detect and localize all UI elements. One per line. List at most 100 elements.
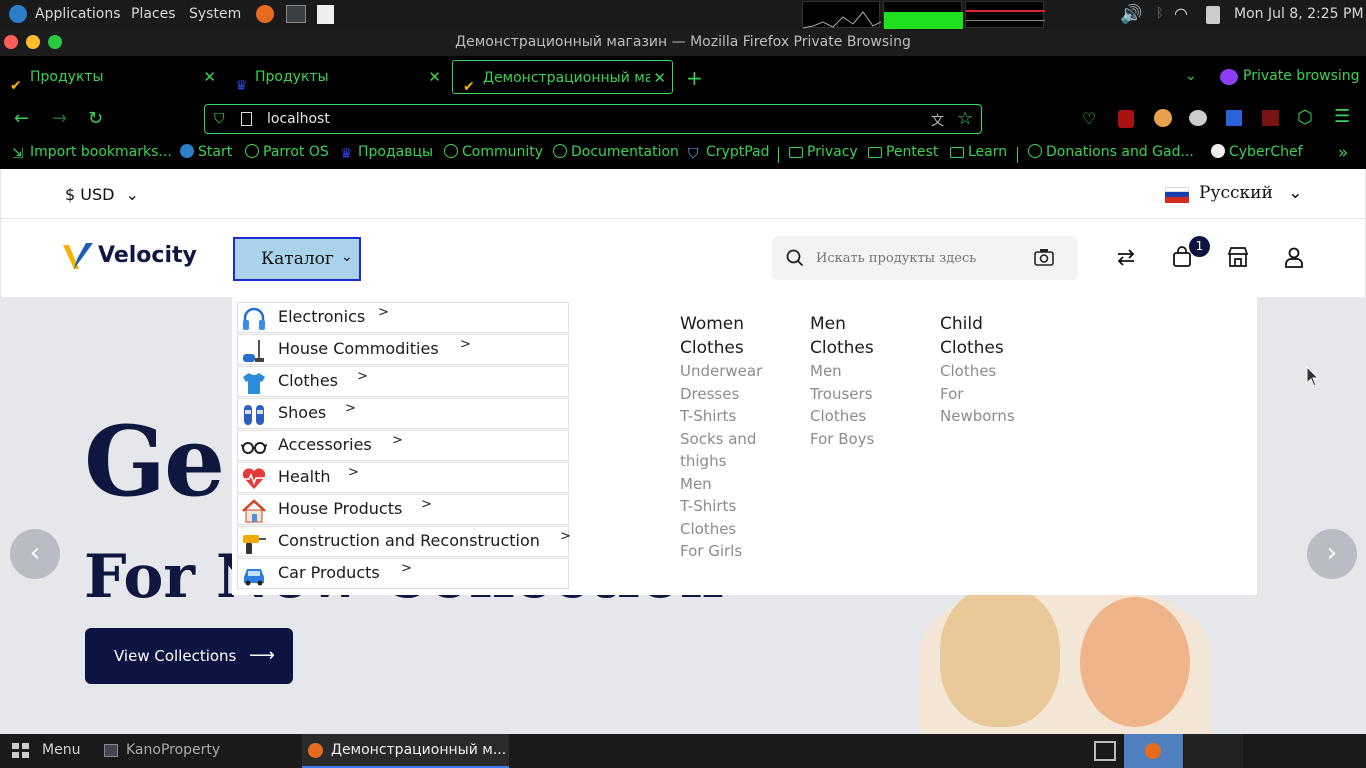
os-menu-places[interactable]: Places [131, 6, 176, 22]
bookmark-start[interactable]: Start [180, 144, 232, 160]
bookmark-import[interactable]: ⇲ Import bookmarks... [12, 144, 172, 162]
currency-selector[interactable]: $ USD ⌄ [65, 185, 139, 204]
close-icon[interactable]: ✕ [650, 61, 666, 93]
category-accessories[interactable]: Accessories > [237, 430, 569, 461]
translate-icon[interactable]: ⽂ [931, 110, 944, 129]
category-house-products[interactable]: House Products > [237, 494, 569, 525]
workspace-2[interactable] [1184, 734, 1243, 768]
submenu-item[interactable]: Trousers [810, 383, 873, 406]
window-maximize-icon[interactable] [48, 35, 62, 49]
tab-products-2[interactable]: ♛ Продукты ✕ [225, 60, 447, 94]
bookmark-folder-learn[interactable]: Learn [950, 144, 1007, 160]
tab-products-1[interactable]: ✔ Продукты ✕ [0, 60, 222, 94]
category-clothes[interactable]: Clothes > [237, 366, 569, 397]
language-selector[interactable]: Русский ⌄ [1199, 183, 1302, 203]
submenu-item[interactable]: For Girls [680, 540, 742, 563]
extensions-puzzle-icon[interactable]: ⬡ [1297, 107, 1313, 128]
velocity-logo-icon[interactable] [61, 241, 95, 271]
bookmark-folder-pentest[interactable]: Pentest [868, 144, 938, 160]
os-menu-applications[interactable]: Applications [35, 6, 121, 22]
grid-menu-icon[interactable] [12, 743, 30, 759]
category-shoes[interactable]: Shoes > [237, 398, 569, 429]
store-logo-text[interactable]: Velocity [98, 243, 197, 268]
ublock-origin-icon[interactable] [1118, 110, 1134, 128]
submenu-item[interactable]: For Boys [810, 428, 874, 451]
submenu-item[interactable]: Dresses [680, 383, 739, 406]
taskbar-menu-button[interactable]: Menu [42, 742, 80, 758]
catalog-button[interactable]: Каталог ⌄ [233, 237, 361, 281]
submenu-item[interactable]: Clothes [940, 360, 996, 383]
bookmark-community[interactable]: Community [444, 144, 543, 160]
bookmark-documentation[interactable]: Documentation [553, 144, 679, 160]
submenu-heading[interactable]: Men [810, 312, 846, 336]
submenu-item[interactable]: For [940, 383, 963, 406]
window-close-icon[interactable] [4, 35, 18, 49]
search-icon[interactable] [786, 249, 804, 267]
hamburger-menu-icon[interactable]: ☰ [1334, 106, 1350, 127]
submenu-heading[interactable]: Clothes [810, 336, 874, 360]
pocket-icon[interactable]: ♡ [1082, 109, 1096, 128]
bookmark-folder-privacy[interactable]: Privacy [789, 144, 858, 160]
url-text[interactable]: localhost [267, 111, 330, 127]
os-clock[interactable]: Mon Jul 8, 2:25 PM [1234, 6, 1364, 22]
category-electronics[interactable]: Electronics > [237, 302, 569, 333]
category-house-commodities[interactable]: House Commodities > [237, 334, 569, 365]
submenu-item[interactable]: thighs [680, 450, 726, 473]
bookmarks-overflow-chevron-icon[interactable]: » [1338, 143, 1348, 163]
bookmark-parrot-os[interactable]: Parrot OS [245, 144, 329, 160]
volume-icon[interactable]: 🔊 [1120, 4, 1142, 25]
window-minimize-icon[interactable] [26, 35, 40, 49]
store-icon[interactable] [1227, 246, 1249, 268]
slider-next-button[interactable]: › [1307, 529, 1357, 579]
bluetooth-icon[interactable]: ᛒ [1156, 6, 1164, 21]
parrot-logo-icon[interactable] [9, 5, 27, 23]
privacy-badger-icon[interactable] [1189, 110, 1207, 126]
slider-prev-button[interactable]: ‹ [10, 529, 60, 579]
close-icon[interactable]: ✕ [203, 60, 216, 94]
view-collections-button[interactable]: View Collections ⟶ [85, 628, 293, 684]
compare-arrows-icon[interactable] [1115, 246, 1137, 268]
bookmark-star-icon[interactable]: ☆ [957, 108, 973, 129]
submenu-item[interactable]: Newborns [940, 405, 1015, 428]
user-account-icon[interactable] [1283, 246, 1305, 268]
search-input[interactable] [816, 248, 1026, 268]
tab-demo-store[interactable]: ✔ Демонстрационный маг ✕ [452, 60, 673, 94]
submenu-item[interactable]: Clothes [680, 518, 736, 541]
submenu-heading[interactable]: Clothes [680, 336, 744, 360]
submenu-item[interactable]: Socks and [680, 428, 756, 451]
submenu-item[interactable]: T-Shirts [680, 405, 736, 428]
category-construction-reconstruction[interactable]: Construction and Reconstruction > [237, 526, 571, 557]
submenu-heading[interactable]: Clothes [940, 336, 1004, 360]
url-bar[interactable]: ⛉ localhost ⽂ ☆ [204, 104, 982, 134]
wifi-icon[interactable]: ◠ [1174, 4, 1188, 23]
submenu-item[interactable]: Clothes [810, 405, 866, 428]
workspace-switcher[interactable] [1124, 734, 1183, 768]
bookmark-sellers[interactable]: ♛ Продавцы [340, 144, 433, 162]
close-icon[interactable]: ✕ [428, 60, 441, 94]
firefox-launcher-icon[interactable] [256, 5, 274, 23]
submenu-item[interactable]: T-Shirts [680, 495, 736, 518]
bookmark-donations[interactable]: Donations and Gad... [1028, 144, 1194, 160]
bookmark-cryptpad[interactable]: ⛉ CryptPad [688, 144, 769, 162]
submenu-item[interactable]: Men [680, 473, 712, 496]
battery-icon[interactable] [1206, 6, 1220, 24]
taskbar-item-firefox[interactable]: Демонстрационный м... [302, 734, 509, 768]
extension-red-icon[interactable] [1262, 110, 1279, 126]
camera-icon[interactable] [1034, 248, 1054, 266]
extension-avatar-icon[interactable] [1154, 109, 1172, 127]
submenu-heading[interactable]: Women [680, 312, 744, 336]
submenu-heading[interactable]: Child [940, 312, 983, 336]
bookmark-cyberchef[interactable]: CyberChef [1211, 144, 1303, 160]
terminal-launcher-icon[interactable] [286, 5, 306, 23]
search-box[interactable] [772, 236, 1078, 280]
translate-extension-icon[interactable] [1226, 110, 1242, 126]
back-arrow-icon[interactable]: ← [14, 108, 29, 129]
list-tabs-chevron-down-icon[interactable]: ⌄ [1185, 68, 1197, 84]
category-car-products[interactable]: Car Products > [237, 558, 569, 589]
submenu-item[interactable]: Men [810, 360, 842, 383]
forward-arrow-icon[interactable]: → [52, 108, 67, 129]
reload-icon[interactable]: ↻ [88, 108, 103, 129]
submenu-item[interactable]: Underwear [680, 360, 762, 383]
os-menu-system[interactable]: System [189, 6, 241, 22]
text-editor-launcher-icon[interactable] [317, 5, 334, 24]
